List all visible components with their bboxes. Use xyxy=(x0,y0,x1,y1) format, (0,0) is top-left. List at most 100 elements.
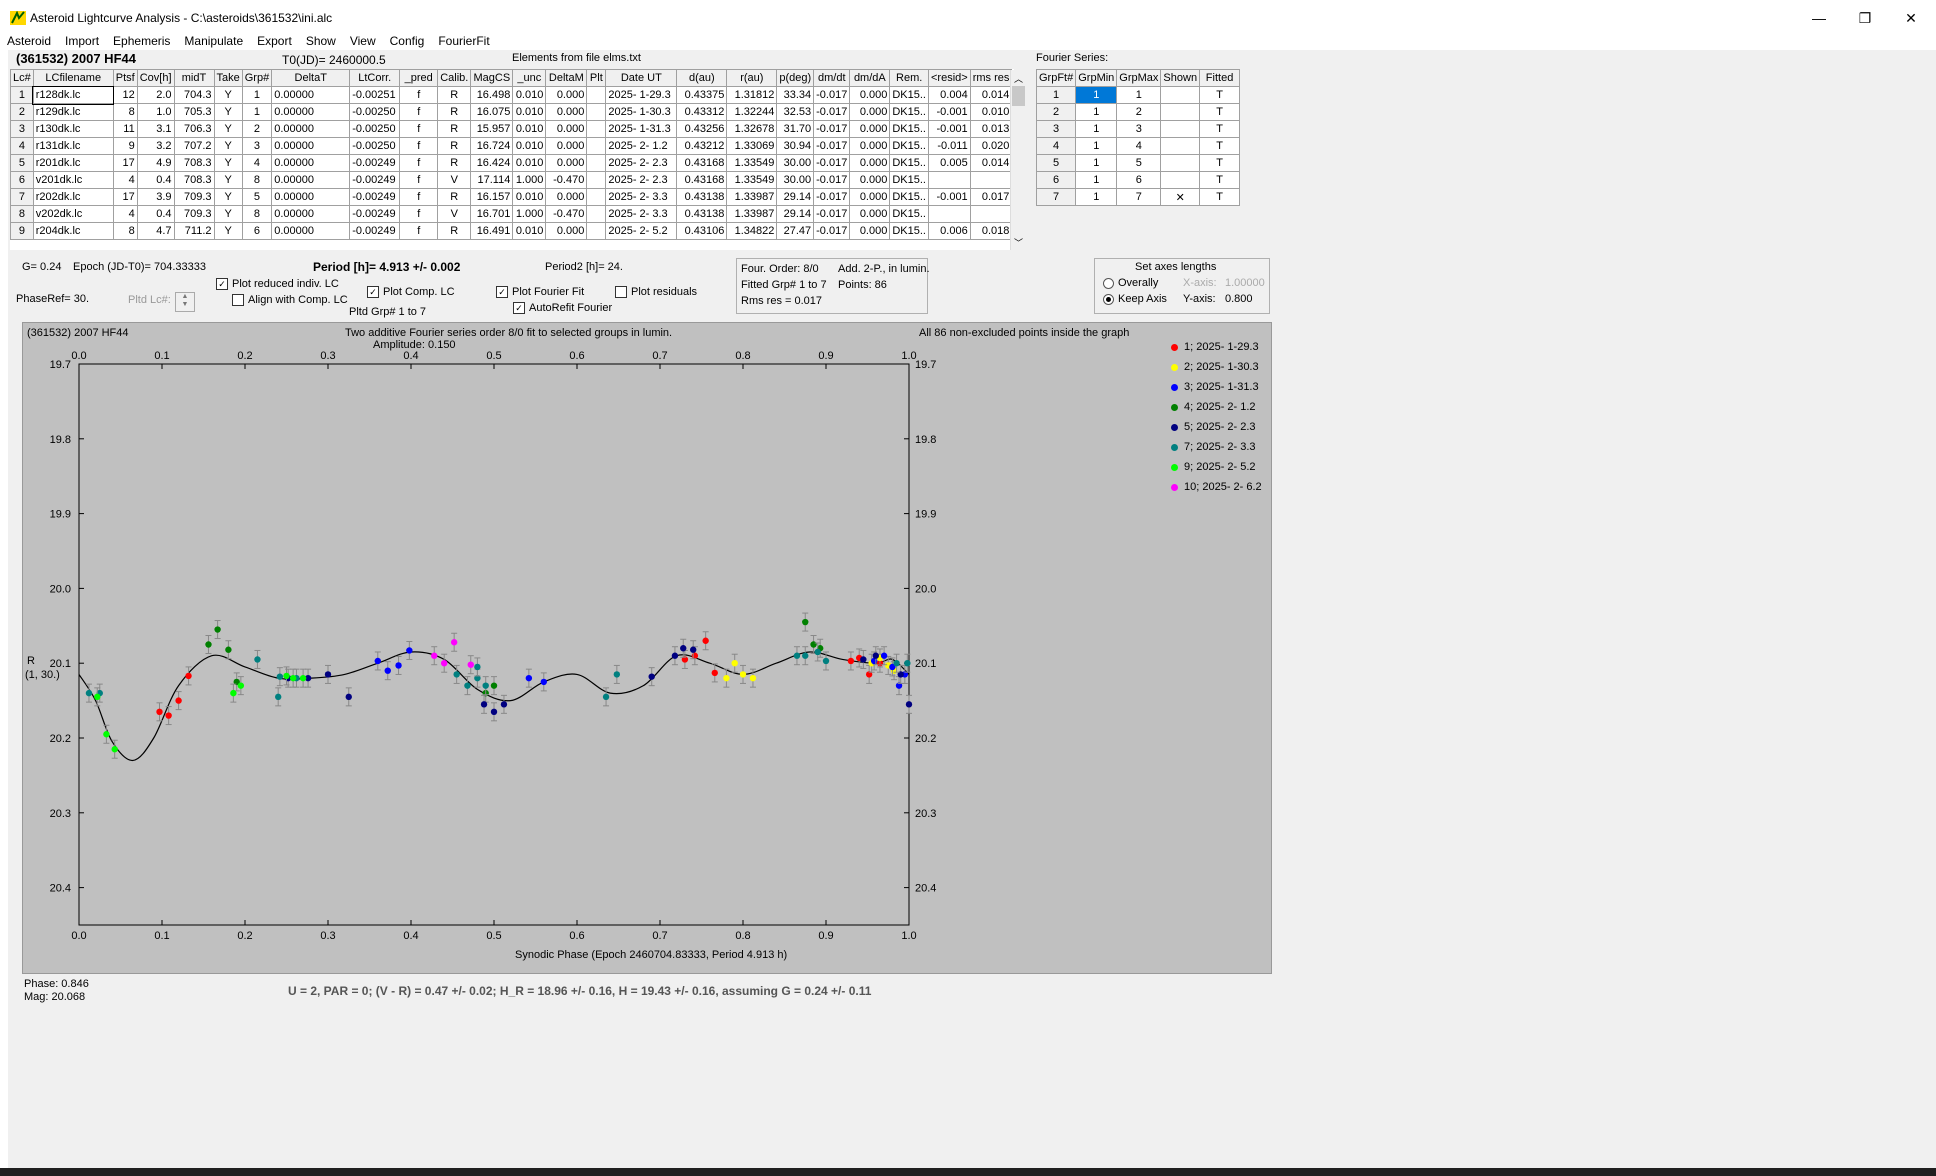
table-cell[interactable] xyxy=(969,205,1013,223)
table-cell[interactable]: 0.017 xyxy=(969,188,1013,206)
table-cell[interactable]: 1.33069 xyxy=(726,137,778,155)
table-cell[interactable]: 16.701 xyxy=(470,205,514,223)
table-cell[interactable] xyxy=(586,171,607,189)
table-cell[interactable]: T xyxy=(1199,103,1241,121)
table-cell[interactable]: 0.4 xyxy=(136,205,175,223)
table-cell[interactable]: 0.013 xyxy=(969,120,1013,138)
table-cell[interactable]: 706.3 xyxy=(173,120,215,138)
table-cell[interactable]: 0.000 xyxy=(545,154,588,172)
menu-config[interactable]: Config xyxy=(383,32,432,50)
lc-column-header[interactable]: DeltaM xyxy=(545,69,588,87)
table-cell[interactable]: 0.4 xyxy=(136,171,175,189)
table-cell[interactable]: V xyxy=(437,171,472,189)
table-cell[interactable]: V xyxy=(437,205,472,223)
table-cell[interactable]: 29.14 xyxy=(776,205,815,223)
table-cell[interactable]: 0.010 xyxy=(512,103,547,121)
close-button[interactable]: ✕ xyxy=(1888,0,1934,36)
table-cell[interactable]: DK15.. xyxy=(889,171,929,189)
row-number[interactable]: 8 xyxy=(10,205,34,223)
table-cell[interactable]: Y xyxy=(213,205,243,223)
table-cell[interactable]: 16.498 xyxy=(470,86,514,104)
table-cell[interactable]: 1 xyxy=(1116,86,1162,104)
table-cell[interactable]: 1 xyxy=(1075,86,1118,104)
table-cell[interactable]: 708.3 xyxy=(173,154,215,172)
table-cell[interactable]: 1 xyxy=(1075,103,1118,121)
table-cell[interactable]: 0.020 xyxy=(969,137,1013,155)
table-cell[interactable]: Y xyxy=(213,154,243,172)
table-cell[interactable]: Y xyxy=(213,188,243,206)
table-cell[interactable]: 16.157 xyxy=(470,188,514,206)
lc-column-header[interactable]: d(au) xyxy=(676,69,728,87)
table-cell[interactable] xyxy=(1160,137,1201,155)
table-cell[interactable]: 2025- 1-31.3 xyxy=(605,120,678,138)
row-number[interactable]: 3 xyxy=(1035,120,1077,138)
table-cell[interactable]: 0.43168 xyxy=(676,171,728,189)
row-number[interactable]: 3 xyxy=(10,120,34,138)
lc-table-scrollbar[interactable]: ︿ ﹀ xyxy=(1010,70,1026,250)
table-cell[interactable] xyxy=(586,188,607,206)
table-cell[interactable]: v201dk.lc xyxy=(32,171,114,189)
table-cell[interactable]: -0.011 xyxy=(927,137,971,155)
table-cell[interactable]: 0.000 xyxy=(849,222,891,240)
table-cell[interactable]: 2 xyxy=(241,120,273,138)
table-cell[interactable]: 3.1 xyxy=(136,120,175,138)
lc-column-header[interactable]: dm/dA xyxy=(849,69,891,87)
lc-column-header[interactable]: _unc xyxy=(512,69,547,87)
table-row[interactable]: 1 r128dk.lc 12 2.0 704.3 Y 1 0.00000 -0.00251 f R 1… xyxy=(10,85,1013,105)
table-cell[interactable]: 0.00000 xyxy=(271,188,351,206)
lc-column-header[interactable]: r(au) xyxy=(726,69,778,87)
row-number[interactable]: 7 xyxy=(10,188,34,206)
table-cell[interactable]: f xyxy=(399,171,439,189)
table-cell[interactable]: 0.000 xyxy=(545,86,588,104)
table-cell[interactable]: 11 xyxy=(112,120,138,138)
table-cell[interactable]: 0.010 xyxy=(969,103,1013,121)
lc-column-header[interactable]: p(deg) xyxy=(776,69,815,87)
table-cell[interactable]: 0.000 xyxy=(849,137,891,155)
table-cell[interactable]: DK15.. xyxy=(889,137,929,155)
table-cell[interactable] xyxy=(586,137,607,155)
table-cell[interactable]: 1.32678 xyxy=(726,120,778,138)
table-cell[interactable]: 16.724 xyxy=(470,137,514,155)
table-cell[interactable]: 5 xyxy=(1116,154,1162,172)
lc-column-header[interactable]: _pred xyxy=(399,69,439,87)
table-cell[interactable]: 1 xyxy=(241,103,273,121)
table-cell[interactable]: 0.000 xyxy=(849,120,891,138)
table-row[interactable]: 3 r130dk.lc 11 3.1 706.3 Y 2 0.00000 -0.00250 f R 1… xyxy=(10,120,1013,138)
lc-column-header[interactable]: LCfilename xyxy=(32,69,114,87)
lc-column-header[interactable]: Date UT xyxy=(605,69,678,87)
table-cell[interactable] xyxy=(586,222,607,240)
lightcurve-chart[interactable]: 0.0 0.0 0.1 0.1 0.2 0.2 0.3 0.3 0.4 0.4 0.5 0.5 0.6 0… xyxy=(23,323,1271,973)
lc-column-header[interactable]: LtCorr. xyxy=(349,69,401,87)
table-cell[interactable]: ✕ xyxy=(1160,188,1201,206)
table-cell[interactable]: 1.000 xyxy=(512,205,547,223)
table-cell[interactable]: -0.017 xyxy=(813,154,851,172)
table-cell[interactable]: -0.001 xyxy=(927,103,971,121)
table-cell[interactable]: 3.2 xyxy=(136,137,175,155)
table-cell[interactable]: 0.00000 xyxy=(271,103,351,121)
table-cell[interactable]: Y xyxy=(213,120,243,138)
table-cell[interactable]: -0.00251 xyxy=(349,86,401,104)
table-cell[interactable]: R xyxy=(437,103,472,121)
table-cell[interactable]: 0.000 xyxy=(545,188,588,206)
table-row[interactable]: 7 1 7 ✕ T xyxy=(1035,188,1241,206)
lc-column-header[interactable]: Rem. xyxy=(889,69,929,87)
minimize-button[interactable]: — xyxy=(1796,0,1842,36)
table-cell[interactable] xyxy=(1160,86,1201,104)
lc-column-header[interactable]: Plt xyxy=(586,69,607,87)
table-row[interactable]: 515 T xyxy=(1035,154,1241,172)
table-cell[interactable]: 1.33987 xyxy=(726,188,778,206)
table-cell[interactable]: r204dk.lc xyxy=(32,222,114,240)
table-cell[interactable]: Y xyxy=(213,222,243,240)
table-cell[interactable]: 17.114 xyxy=(470,171,514,189)
scroll-down-icon[interactable]: ﹀ xyxy=(1014,236,1023,249)
table-cell[interactable]: 12 xyxy=(112,86,138,104)
table-cell[interactable]: 2025- 2- 1.2 xyxy=(605,137,678,155)
table-cell[interactable]: Y xyxy=(213,171,243,189)
table-cell[interactable]: 1 xyxy=(1075,120,1118,138)
table-cell[interactable]: 2 xyxy=(1116,103,1162,121)
table-cell[interactable]: 4.7 xyxy=(136,222,175,240)
fourier-column-header[interactable]: Shown xyxy=(1160,69,1201,87)
table-cell[interactable]: 0.43168 xyxy=(676,154,728,172)
table-cell[interactable]: 1 xyxy=(1075,171,1118,189)
table-cell[interactable]: 30.94 xyxy=(776,137,815,155)
